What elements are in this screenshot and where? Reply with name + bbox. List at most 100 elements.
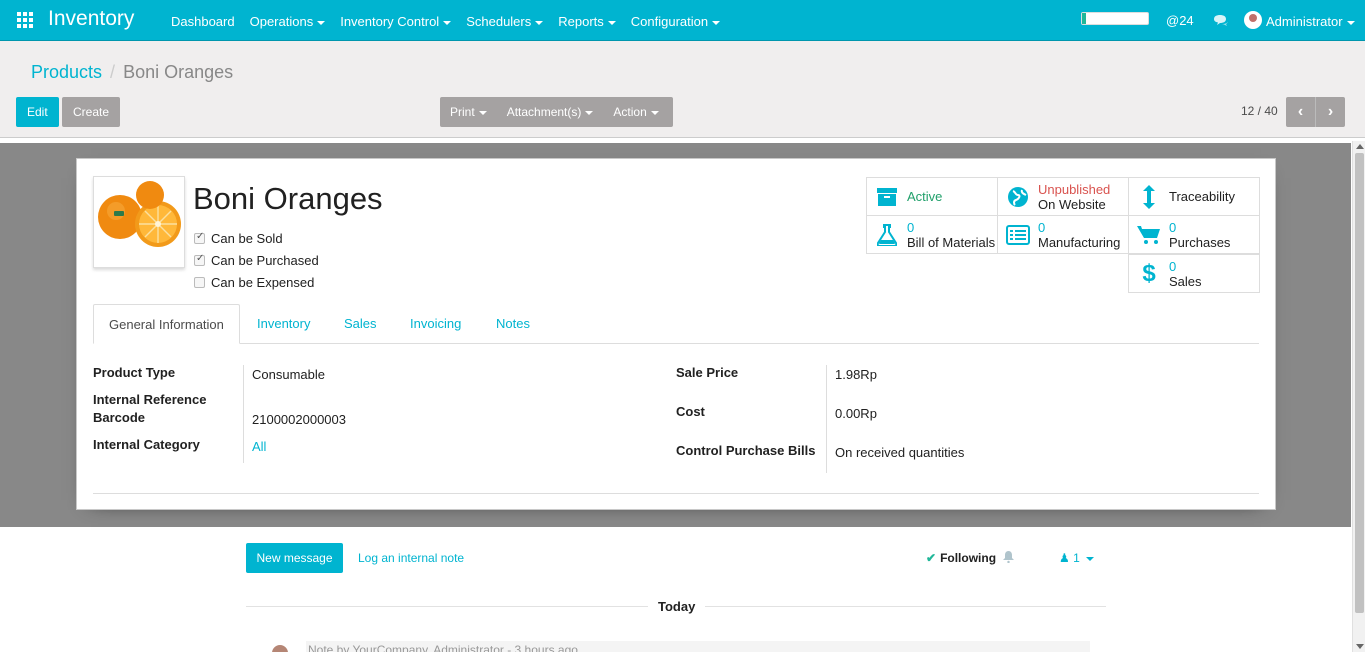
menu-configuration[interactable]: Configuration [631, 14, 721, 29]
control-panel: Products / Boni Oranges Edit Create Print … [0, 41, 1365, 138]
arrows-vertical-icon [1137, 185, 1161, 209]
followers-dropdown[interactable]: ♟ 1 [1059, 551, 1094, 565]
tab-notes[interactable]: Notes [496, 304, 530, 344]
active-toggle-button[interactable]: Active [866, 177, 998, 216]
pager-previous-icon[interactable]: ‹ [1286, 97, 1316, 127]
main-menu: Dashboard Operations Inventory Control S… [171, 14, 735, 29]
menu-dashboard[interactable]: Dashboard [171, 14, 235, 29]
app-title[interactable]: Inventory [48, 7, 134, 31]
manufacturing-count: 0 [1038, 220, 1046, 235]
can-be-purchased-checkbox[interactable]: Can be Purchased [194, 253, 319, 268]
field-divider [243, 365, 244, 463]
traceability-button[interactable]: Traceability [1128, 177, 1260, 216]
tab-invoicing[interactable]: Invoicing [410, 304, 461, 344]
scroll-up-icon[interactable] [1356, 144, 1364, 149]
chevron-down-icon [712, 20, 721, 25]
internal-category-label: Internal Category [93, 437, 200, 452]
checkbox-unchecked[interactable] [194, 277, 205, 288]
cost-value[interactable]: 0.00Rp [835, 406, 877, 421]
chevron-down-icon [317, 20, 326, 25]
orange-image-icon [98, 181, 181, 247]
bell-icon[interactable] [1003, 551, 1014, 563]
attachments-dropdown[interactable]: Attachment(s) [497, 105, 604, 119]
breadcrumb-products[interactable]: Products [31, 62, 102, 82]
website-label: On Website [1038, 197, 1106, 212]
manufacturing-button[interactable]: 0 Manufacturing [997, 215, 1129, 254]
checkbox-checked[interactable] [194, 253, 205, 266]
tab-sales[interactable]: Sales [344, 304, 377, 344]
purchases-button[interactable]: 0 Purchases [1128, 215, 1260, 254]
product-image[interactable] [93, 176, 185, 268]
message-author-avatar [272, 645, 288, 652]
control-purchase-bills-label: Control Purchase Bills [676, 443, 816, 458]
pager-next-icon[interactable]: › [1316, 97, 1345, 127]
new-message-button[interactable]: New message [246, 543, 343, 573]
cost-label: Cost [676, 404, 705, 419]
chevron-down-icon [607, 20, 616, 25]
following-button[interactable]: ✔ Following [926, 551, 996, 565]
archive-icon [875, 186, 899, 208]
menu-schedulers[interactable]: Schedulers [466, 14, 544, 29]
chevron-down-icon [443, 20, 452, 25]
tab-inventory[interactable]: Inventory [257, 304, 310, 344]
action-dropdown[interactable]: Action [603, 105, 668, 119]
message-item: Note by YourCompany, Administrator - 3 h… [306, 641, 1090, 652]
scroll-thumb[interactable] [1355, 153, 1364, 613]
smart-buttons: Active Unpublished On Website Traceabili… [866, 177, 1260, 294]
page-scrollbar[interactable] [1352, 141, 1365, 652]
user-menu[interactable]: Administrator [1266, 14, 1355, 29]
user-avatar[interactable] [1244, 11, 1262, 29]
chevron-down-icon [535, 20, 544, 25]
traceability-label: Traceability [1169, 189, 1235, 204]
scroll-down-icon[interactable] [1356, 644, 1364, 649]
purchases-count: 0 [1169, 220, 1177, 235]
control-purchase-bills-value[interactable]: On received quantities [835, 445, 964, 460]
chevron-down-icon [478, 110, 487, 115]
manufacturing-label: Manufacturing [1038, 235, 1121, 250]
pager-buttons: ‹ › [1286, 97, 1345, 127]
bom-count: 0 [907, 220, 915, 235]
pager-value[interactable]: 12 / 40 [1241, 104, 1278, 118]
date-separator-label: Today [648, 599, 706, 614]
field-divider [826, 365, 827, 473]
sale-price-value[interactable]: 1.98Rp [835, 367, 877, 382]
bill-of-materials-button[interactable]: 0 Bill of Materials [866, 215, 998, 254]
product-type-value[interactable]: Consumable [252, 367, 325, 382]
purchases-label: Purchases [1169, 235, 1231, 250]
apps-menu-icon[interactable] [17, 12, 33, 28]
website-publish-button[interactable]: Unpublished On Website [997, 177, 1129, 216]
chat-icon[interactable] [1213, 14, 1229, 27]
log-note-button[interactable]: Log an internal note [358, 551, 464, 565]
menu-inventory-control[interactable]: Inventory Control [340, 14, 452, 29]
top-navbar: Inventory Dashboard Operations Inventory… [0, 0, 1365, 41]
flask-icon [875, 224, 899, 246]
edit-button[interactable]: Edit [16, 97, 59, 127]
checkbox-checked[interactable] [194, 231, 205, 244]
activity-progress-bar[interactable] [1081, 12, 1149, 25]
active-label: Active [907, 189, 943, 204]
sales-button[interactable]: $ 0 Sales [1128, 254, 1260, 293]
notebook-tabs: General Information Inventory Sales Invo… [93, 304, 1259, 344]
tab-general-information[interactable]: General Information [93, 304, 240, 344]
create-button[interactable]: Create [62, 97, 121, 127]
can-be-expensed-checkbox[interactable]: Can be Expensed [194, 275, 314, 290]
breadcrumb-current: Boni Oranges [123, 62, 234, 82]
chevron-down-icon [650, 110, 659, 115]
menu-reports[interactable]: Reports [558, 14, 616, 29]
barcode-value[interactable]: 2100002000003 [252, 412, 346, 427]
globe-icon [1006, 186, 1030, 208]
barcode-label: Barcode [93, 410, 146, 425]
internal-category-link[interactable]: All [252, 439, 266, 454]
chevron-down-icon [1346, 20, 1355, 25]
list-alt-icon [1006, 224, 1030, 246]
product-name[interactable]: Boni Oranges [193, 181, 383, 217]
breadcrumb-separator: / [110, 62, 116, 82]
sales-label: Sales [1169, 274, 1202, 289]
message-header: Note by YourCompany, Administrator - 3 h… [308, 643, 578, 652]
menu-operations[interactable]: Operations [250, 14, 326, 29]
print-dropdown[interactable]: Print [440, 105, 497, 119]
form-sheet: Boni Oranges Can be Sold Can be Purchase… [76, 158, 1276, 510]
can-be-sold-checkbox[interactable]: Can be Sold [194, 231, 283, 246]
mentions-counter[interactable]: @24 [1166, 13, 1194, 28]
breadcrumb: Products / Boni Oranges [31, 62, 233, 83]
